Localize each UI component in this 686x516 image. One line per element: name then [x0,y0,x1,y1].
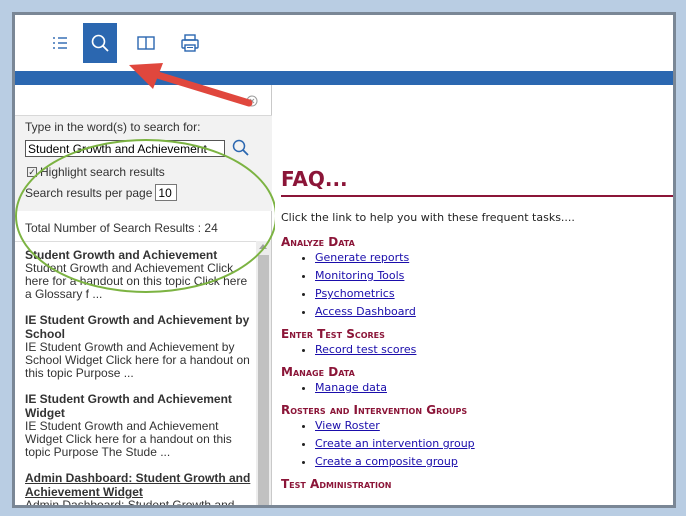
results-list: Student Growth and Achievement Student G… [15,241,256,508]
results-scrollbar[interactable] [256,241,271,505]
toolbar-divider-bar [15,71,673,85]
per-page-input[interactable] [155,184,178,201]
faq-sections: Analyze Data Generate reports Monitoring… [281,235,673,491]
help-window: Type in the word(s) to search for: ✓ Hig… [12,12,676,508]
list-item[interactable]: IE Student Growth and Achievement by Sch… [15,307,256,386]
search-form: Type in the word(s) to search for: ✓ Hig… [15,115,272,211]
print-button[interactable] [173,23,207,63]
faq-link[interactable]: Create a composite group [315,455,458,468]
intro-text: Click the link to help you with these fr… [281,211,575,224]
search-tab-button[interactable] [83,23,117,63]
search-input[interactable] [25,140,225,157]
list-item[interactable]: Admin Dashboard: Student Growth and Achi… [15,465,256,508]
search-panel: Type in the word(s) to search for: ✓ Hig… [15,85,277,508]
section-heading: Enter Test Scores [281,327,385,341]
glossary-button[interactable] [129,23,163,63]
section-heading: Test Administration [281,477,392,491]
result-snippet: IE Student Growth and Achievement by Sch… [25,340,250,380]
scroll-up-icon[interactable] [259,244,267,249]
per-page-label: Search results per page [25,185,153,200]
search-prompt-label: Type in the word(s) to search for: [25,120,201,134]
section-heading: Analyze Data [281,235,355,249]
result-title[interactable]: IE Student Growth and Achievement by Sch… [25,313,252,341]
faq-content: FAQ... Click the link to help you with t… [275,85,673,505]
faq-link[interactable]: Generate reports [315,251,409,264]
result-title[interactable]: IE Student Growth and Achievement Widget [25,392,252,420]
faq-link[interactable]: Create an intervention group [315,437,475,450]
faq-link[interactable]: Manage data [315,381,387,394]
close-icon[interactable] [246,95,258,107]
result-title[interactable]: Student Growth and Achievement [25,248,252,262]
results-count: Total Number of Search Results : 24 [25,221,218,235]
list-item[interactable]: Student Growth and Achievement Student G… [15,242,256,307]
faq-link[interactable]: Access Dashboard [315,305,416,318]
search-go-icon[interactable] [231,138,251,158]
book-icon [137,36,155,50]
result-snippet: IE Student Growth and Achievement Widget… [25,419,232,459]
page-title: FAQ... [281,167,348,191]
title-divider [281,195,673,197]
faq-link[interactable]: Record test scores [315,343,416,356]
faq-link[interactable]: View Roster [315,419,380,432]
section-heading: Rosters and Intervention Groups [281,403,468,417]
list-icon [53,37,67,49]
faq-link[interactable]: Psychometrics [315,287,395,300]
section-heading: Manage Data [281,365,355,379]
highlight-checkbox[interactable]: ✓ [27,167,37,177]
highlight-label: Highlight search results [40,165,165,179]
list-item[interactable]: IE Student Growth and Achievement Widget… [15,386,256,465]
toolbar [15,15,673,71]
result-snippet: Student Growth and Achievement Click her… [25,261,248,301]
printer-icon [181,34,199,52]
search-icon [91,34,109,52]
highlight-option: ✓ Highlight search results [27,165,165,179]
faq-link[interactable]: Monitoring Tools [315,269,404,282]
contents-button[interactable] [43,23,77,63]
scroll-thumb[interactable] [258,255,269,505]
result-title[interactable]: Admin Dashboard: Student Growth and Achi… [25,471,252,499]
result-snippet: Admin Dashboard: Student Growth and [25,498,235,508]
per-page-option: Search results per page [25,184,178,201]
